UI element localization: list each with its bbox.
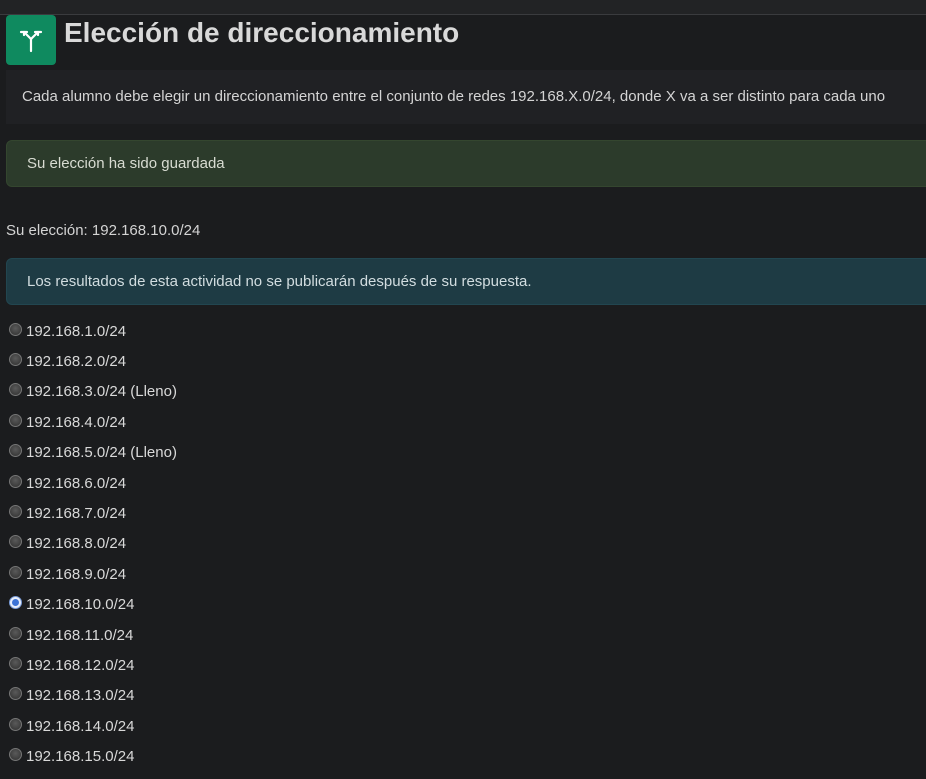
network-option-radio[interactable] [9, 687, 22, 701]
network-option[interactable]: 192.168.2.0/24 [9, 346, 177, 376]
page-header: Elección de direccionamiento [6, 15, 459, 65]
network-option[interactable]: 192.168.11.0/24 [9, 620, 177, 650]
current-choice-text: Su elección: 192.168.10.0/24 [6, 222, 201, 239]
saved-alert: Su elección ha sido guardada [6, 140, 926, 187]
network-option[interactable]: 192.168.12.0/24 [9, 650, 177, 680]
network-option[interactable]: 192.168.4.0/24 [9, 407, 177, 437]
network-option-radio[interactable] [9, 565, 22, 579]
network-option-radio[interactable] [9, 413, 22, 427]
network-option-radio[interactable] [9, 505, 22, 519]
network-option-label[interactable]: 192.168.8.0/24 [26, 535, 126, 552]
top-navbar [0, 0, 926, 15]
network-option[interactable]: 192.168.13.0/24 [9, 681, 177, 711]
network-option[interactable]: 192.168.6.0/24 [9, 468, 177, 498]
network-option[interactable]: 192.168.7.0/24 [9, 498, 177, 528]
network-option-label[interactable]: 192.168.13.0/24 [26, 687, 134, 704]
network-option-label[interactable]: 192.168.10.0/24 [26, 596, 134, 613]
network-option-label[interactable]: 192.168.6.0/24 [26, 475, 126, 492]
network-option-label[interactable]: 192.168.15.0/24 [26, 748, 134, 765]
network-option-label[interactable]: 192.168.14.0/24 [26, 718, 134, 735]
network-option-radio[interactable] [9, 596, 22, 610]
network-option[interactable]: 192.168.14.0/24 [9, 711, 177, 741]
network-option-radio[interactable] [9, 474, 22, 488]
network-option-radio[interactable] [9, 626, 22, 640]
network-option-label[interactable]: 192.168.1.0/24 [26, 323, 126, 340]
network-option-radio[interactable] [9, 383, 22, 397]
network-option[interactable]: 192.168.1.0/24 [9, 316, 177, 346]
network-option[interactable]: 192.168.8.0/24 [9, 529, 177, 559]
network-option-label[interactable]: 192.168.3.0/24 (Lleno) [26, 383, 177, 400]
choice-signpost-icon [6, 15, 56, 65]
network-option[interactable]: 192.168.10.0/24 [9, 590, 177, 620]
network-option[interactable]: 192.168.9.0/24 [9, 559, 177, 589]
network-option-label[interactable]: 192.168.2.0/24 [26, 353, 126, 370]
network-option-label[interactable]: 192.168.4.0/24 [26, 414, 126, 431]
network-option-radio[interactable] [9, 353, 22, 367]
network-option-radio[interactable] [9, 656, 22, 670]
network-option[interactable]: 192.168.3.0/24 (Lleno) [9, 377, 177, 407]
network-option-label[interactable]: 192.168.9.0/24 [26, 566, 126, 583]
network-option-label[interactable]: 192.168.5.0/24 (Lleno) [26, 444, 177, 461]
network-option-radio[interactable] [9, 748, 22, 762]
activity-description: Cada alumno debe elegir un direccionamie… [6, 70, 926, 124]
network-option-radio[interactable] [9, 535, 22, 549]
network-option-label[interactable]: 192.168.12.0/24 [26, 657, 134, 674]
results-info-alert: Los resultados de esta actividad no se p… [6, 258, 926, 305]
page-title: Elección de direccionamiento [64, 17, 460, 48]
network-option-radio[interactable] [9, 444, 22, 458]
network-option-radio[interactable] [9, 717, 22, 731]
network-option-label[interactable]: 192.168.7.0/24 [26, 505, 126, 522]
network-options-list: 192.168.1.0/24 192.168.2.0/24 192.168.3.0/… [9, 316, 177, 772]
network-option-label[interactable]: 192.168.11.0/24 [26, 627, 133, 644]
network-option[interactable]: 192.168.15.0/24 [9, 741, 177, 771]
network-option-radio[interactable] [9, 322, 22, 336]
network-option[interactable]: 192.168.5.0/24 (Lleno) [9, 438, 177, 468]
